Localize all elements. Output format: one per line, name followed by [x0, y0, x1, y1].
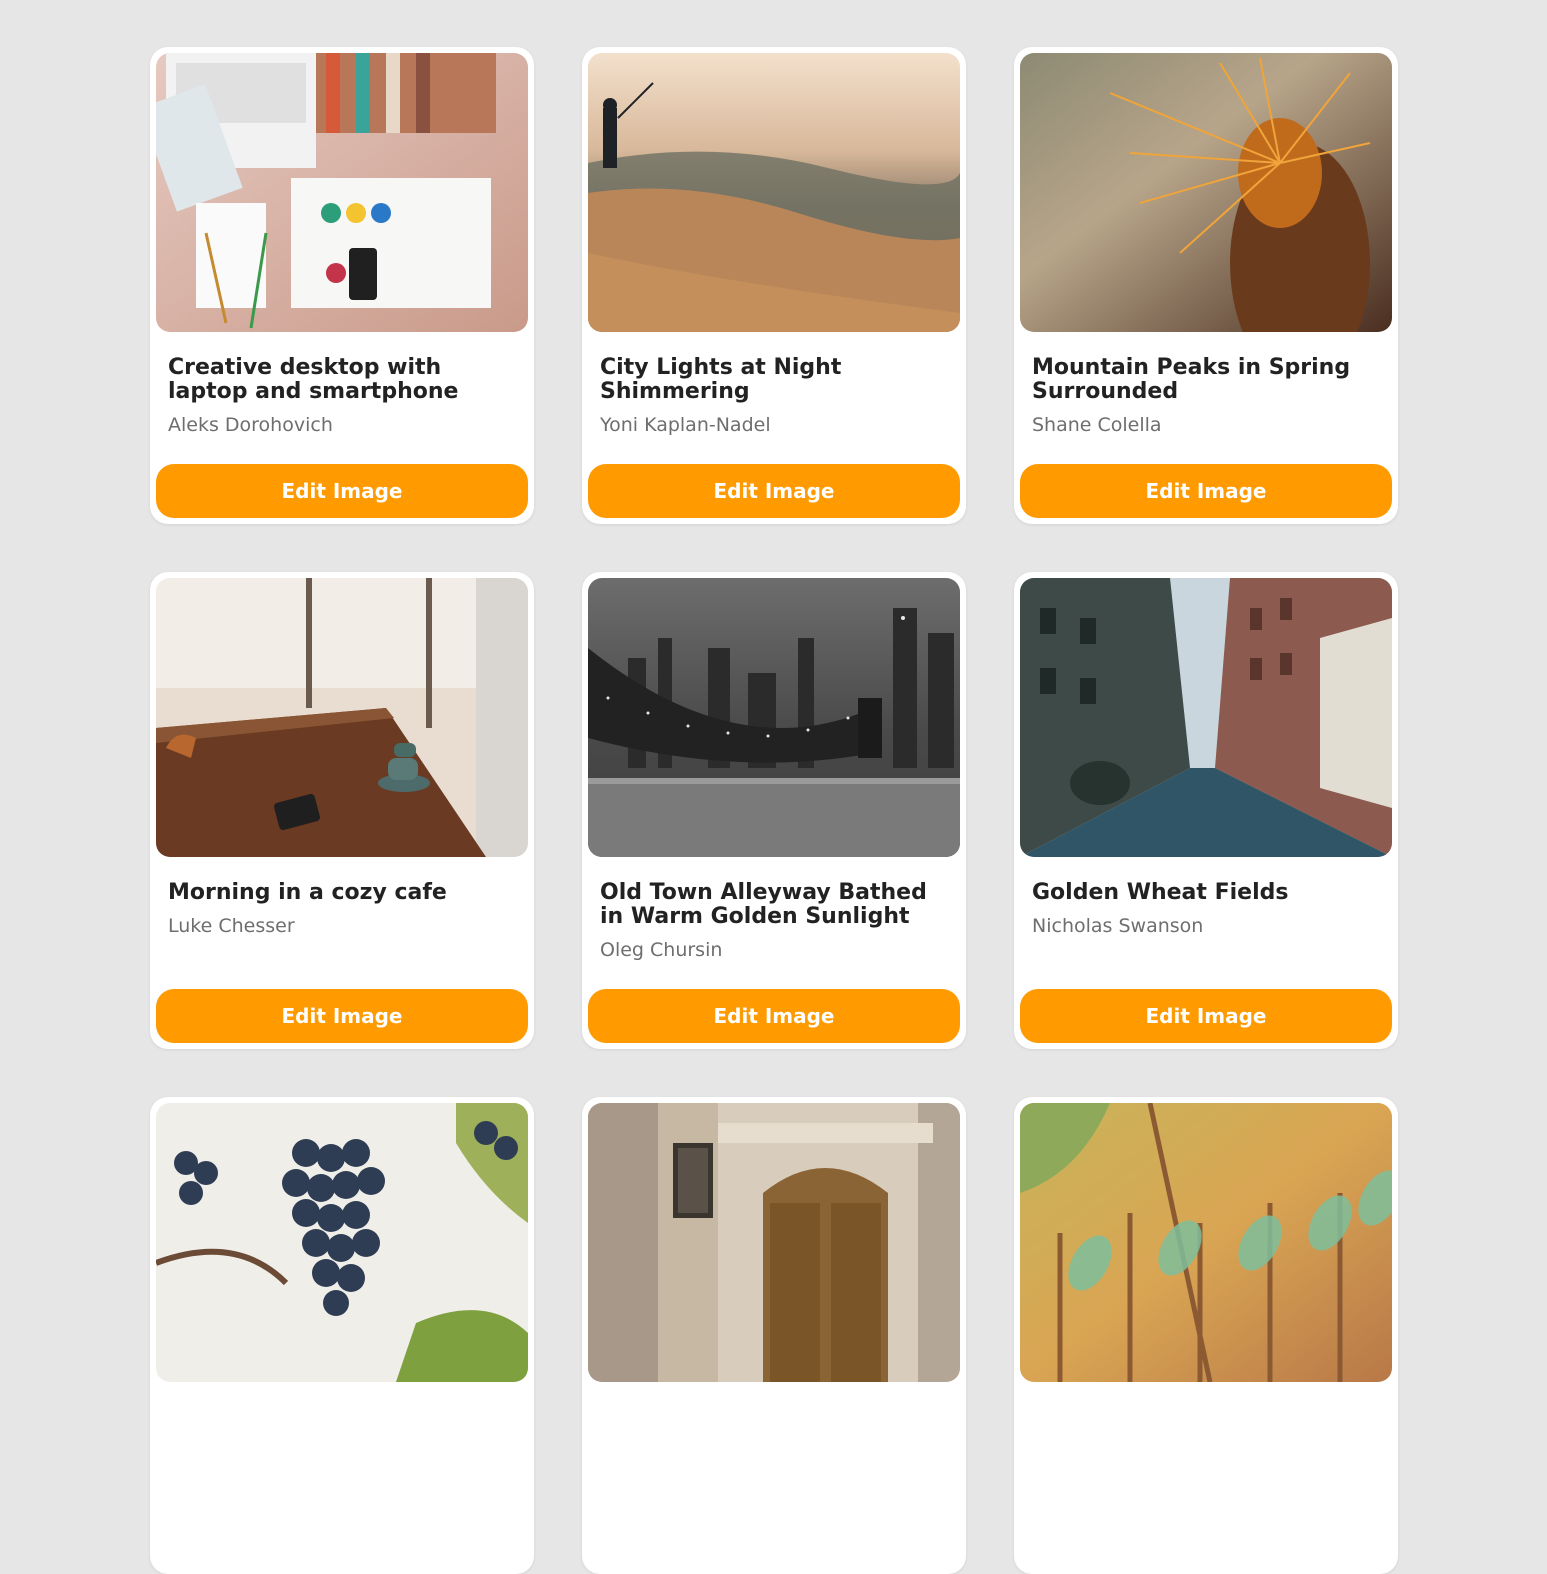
card-author: Yoni Kaplan-Nadel: [600, 414, 771, 436]
door-photo[interactable]: [588, 1103, 960, 1382]
edit-image-button[interactable]: Edit Image: [1020, 464, 1392, 518]
card-author: Aleks Dorohovich: [168, 414, 333, 436]
desk-photo[interactable]: [156, 53, 528, 332]
image-card: Old Town Alleyway Bathed in Warm Golden …: [582, 572, 966, 1049]
image-card: [582, 1097, 966, 1574]
card-title: Creative desktop with laptop and smartph…: [168, 355, 459, 404]
card-author: Oleg Chursin: [600, 939, 723, 961]
card-author: Shane Colella: [1032, 414, 1162, 436]
image-card: City Lights at Night Shimmering Yoni Kap…: [582, 47, 966, 524]
image-card: [150, 1097, 534, 1574]
image-card: Creative desktop with laptop and smartph…: [150, 47, 534, 524]
seaside-photo[interactable]: [588, 53, 960, 332]
card-author: Nicholas Swanson: [1032, 915, 1204, 937]
bridge-photo[interactable]: [588, 578, 960, 857]
cactus-photo[interactable]: [1020, 53, 1392, 332]
image-card: Mountain Peaks in Spring Surrounded Shan…: [1014, 47, 1398, 524]
card-title: Golden Wheat Fields: [1032, 880, 1289, 905]
card-author: Luke Chesser: [168, 915, 295, 937]
edit-image-button[interactable]: Edit Image: [588, 989, 960, 1043]
image-card: [1014, 1097, 1398, 1574]
image-gallery-grid: Creative desktop with laptop and smartph…: [150, 47, 1398, 1574]
street-photo[interactable]: [1020, 578, 1392, 857]
edit-image-button[interactable]: Edit Image: [156, 989, 528, 1043]
image-card: Golden Wheat Fields Nicholas Swanson Edi…: [1014, 572, 1398, 1049]
card-title: City Lights at Night Shimmering: [600, 355, 842, 404]
card-title: Old Town Alleyway Bathed in Warm Golden …: [600, 880, 927, 929]
edit-image-button[interactable]: Edit Image: [588, 464, 960, 518]
edit-image-button[interactable]: Edit Image: [156, 464, 528, 518]
card-title: Morning in a cozy cafe: [168, 880, 447, 905]
image-card: Morning in a cozy cafe Luke Chesser Edit…: [150, 572, 534, 1049]
cafe-photo[interactable]: [156, 578, 528, 857]
bottles-photo[interactable]: [1020, 1103, 1392, 1382]
edit-image-button[interactable]: Edit Image: [1020, 989, 1392, 1043]
grapes-photo[interactable]: [156, 1103, 528, 1382]
card-title: Mountain Peaks in Spring Surrounded: [1032, 355, 1351, 404]
